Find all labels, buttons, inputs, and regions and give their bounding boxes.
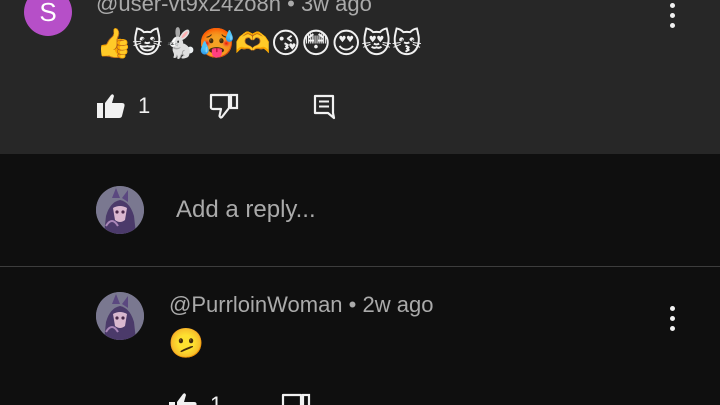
reply-meta: @PurrloinWoman • 2w ago	[169, 292, 433, 318]
reply-time: 2w ago	[362, 292, 434, 317]
dislike-button[interactable]	[281, 393, 311, 405]
user-avatar	[96, 186, 144, 234]
reply-input[interactable]: Add a reply...	[176, 196, 316, 224]
more-vert-icon[interactable]	[669, 306, 675, 331]
more-vert-icon[interactable]	[669, 3, 675, 28]
comment-icon	[313, 94, 336, 120]
thumbs-up-icon	[169, 393, 197, 405]
reply-button[interactable]	[313, 94, 337, 120]
comment-meta: @user-vt9x24zo8h • 3w ago	[96, 0, 372, 17]
comment-time: 3w ago	[300, 0, 372, 16]
comment-card: S @user-vt9x24zo8h • 3w ago 👍😺🐇🥵🫶😘😳😍😻😽 1	[0, 0, 720, 154]
like-button[interactable]: 1	[96, 93, 150, 119]
meta-separator: •	[348, 292, 357, 317]
avatar-letter: S	[39, 0, 57, 27]
thumbs-down-icon	[209, 93, 239, 119]
avatar[interactable]: S	[24, 0, 72, 36]
like-count: 1	[138, 93, 151, 118]
thumbs-up-icon	[97, 94, 125, 118]
meta-separator: •	[287, 0, 295, 16]
like-button[interactable]: 1	[168, 392, 222, 405]
reply-text: 🫤	[168, 326, 205, 360]
dislike-button[interactable]	[209, 93, 239, 119]
reply-author[interactable]: @PurrloinWoman	[169, 292, 343, 317]
divider	[0, 266, 720, 267]
comment-text: 👍😺🐇🥵🫶😘😳😍😻😽	[96, 26, 422, 60]
comment-author[interactable]: @user-vt9x24zo8h	[96, 0, 281, 16]
thumbs-down-icon	[281, 393, 311, 405]
comments-screen: S @user-vt9x24zo8h • 3w ago 👍😺🐇🥵🫶😘😳😍😻😽 1	[0, 0, 720, 405]
avatar[interactable]	[96, 292, 144, 340]
like-count: 1	[210, 392, 223, 405]
